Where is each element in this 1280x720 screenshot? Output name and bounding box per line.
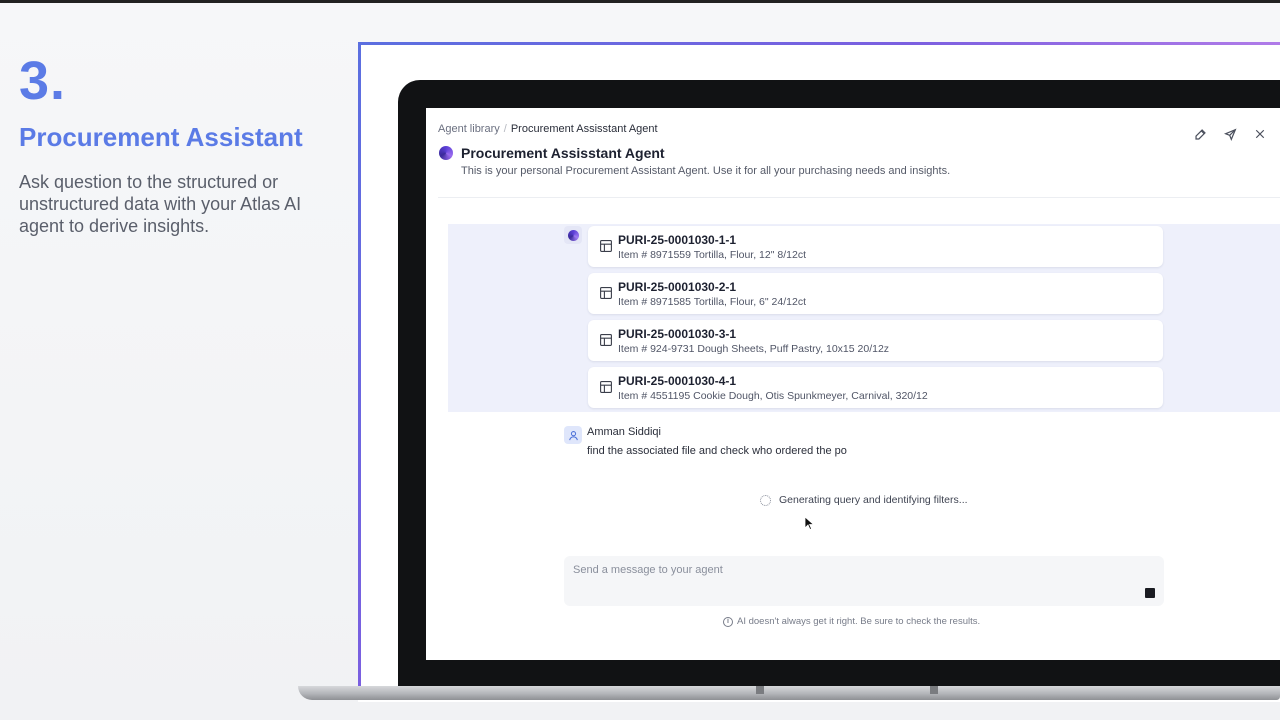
user-message: find the associated file and check who o… [587,445,847,457]
disclaimer: i AI doesn't always get it right. Be sur… [723,616,980,627]
header-actions [1192,126,1268,142]
table-icon [600,240,612,252]
result-card-id: PURI-25-0001030-4-1 [618,374,737,388]
breadcrumb-separator: / [503,123,507,135]
step-number: 3. [19,51,67,111]
agent-description: This is your personal Procurement Assist… [461,165,951,177]
result-card[interactable]: PURI-25-0001030-1-1 Item # 8971559 Torti… [588,226,1163,267]
result-card-item: Item # 8971585 Tortilla, Flour, 6" 24/12… [618,296,806,308]
result-card[interactable]: PURI-25-0001030-3-1 Item # 924-9731 Doug… [588,320,1163,361]
message-composer [564,556,1164,606]
spinner-icon [760,494,771,506]
table-icon [600,334,612,346]
agent-avatar [564,226,582,244]
user-icon [568,430,578,440]
result-card-item: Item # 924-9731 Dough Sheets, Puff Pastr… [618,343,890,355]
frame-top-border [358,42,1280,45]
frame-left-border [358,42,361,690]
breadcrumb-agent-library[interactable]: Agent library [438,123,500,135]
intro-title: Procurement Assistant [19,122,303,152]
disclaimer-text: AI doesn't always get it right. Be sure … [737,616,981,627]
message-input[interactable] [573,564,1133,576]
laptop-base [298,686,1280,700]
result-card-id: PURI-25-0001030-2-1 [618,280,737,294]
edit-icon[interactable] [1192,126,1208,142]
laptop-hinge-right [930,686,938,694]
mouse-cursor-icon [804,516,814,530]
breadcrumb-current: Procurement Assisstant Agent [510,123,658,135]
user-avatar [564,426,582,444]
breadcrumb: Agent library / Procurement Assisstant Age… [438,123,658,135]
close-icon[interactable] [1252,126,1268,142]
result-card-item: Item # 8971559 Tortilla, Flour, 12" 8/12… [618,249,806,261]
result-card-item: Item # 4551195 Cookie Dough, Otis Spunkm… [618,390,928,402]
info-icon: i [723,616,733,627]
intro-description: Ask question to the structured or unstru… [19,172,302,236]
user-name: Amman Siddiqi [587,426,661,438]
stop-button[interactable] [1145,588,1155,598]
status-text: Generating query and identifying filters… [779,494,968,506]
laptop-hinge-left [756,686,764,694]
send-icon[interactable] [1222,126,1238,142]
table-icon [600,381,612,393]
header-divider [438,197,1280,198]
generation-status: Generating query and identifying filters… [760,494,968,506]
agent-title: Procurement Assisstant Agent [461,145,665,161]
result-card-id: PURI-25-0001030-1-1 [618,233,737,247]
laptop-screen: Agent library / Procurement Assisstant Age… [426,108,1280,660]
result-card[interactable]: PURI-25-0001030-2-1 Item # 8971585 Torti… [588,273,1163,314]
result-card[interactable]: PURI-25-0001030-4-1 Item # 4551195 Cooki… [588,367,1163,408]
table-icon [600,287,612,299]
agent-logo-icon [567,229,579,241]
agent-logo-icon [439,146,453,160]
top-strip [0,0,1280,3]
result-card-id: PURI-25-0001030-3-1 [618,327,737,341]
